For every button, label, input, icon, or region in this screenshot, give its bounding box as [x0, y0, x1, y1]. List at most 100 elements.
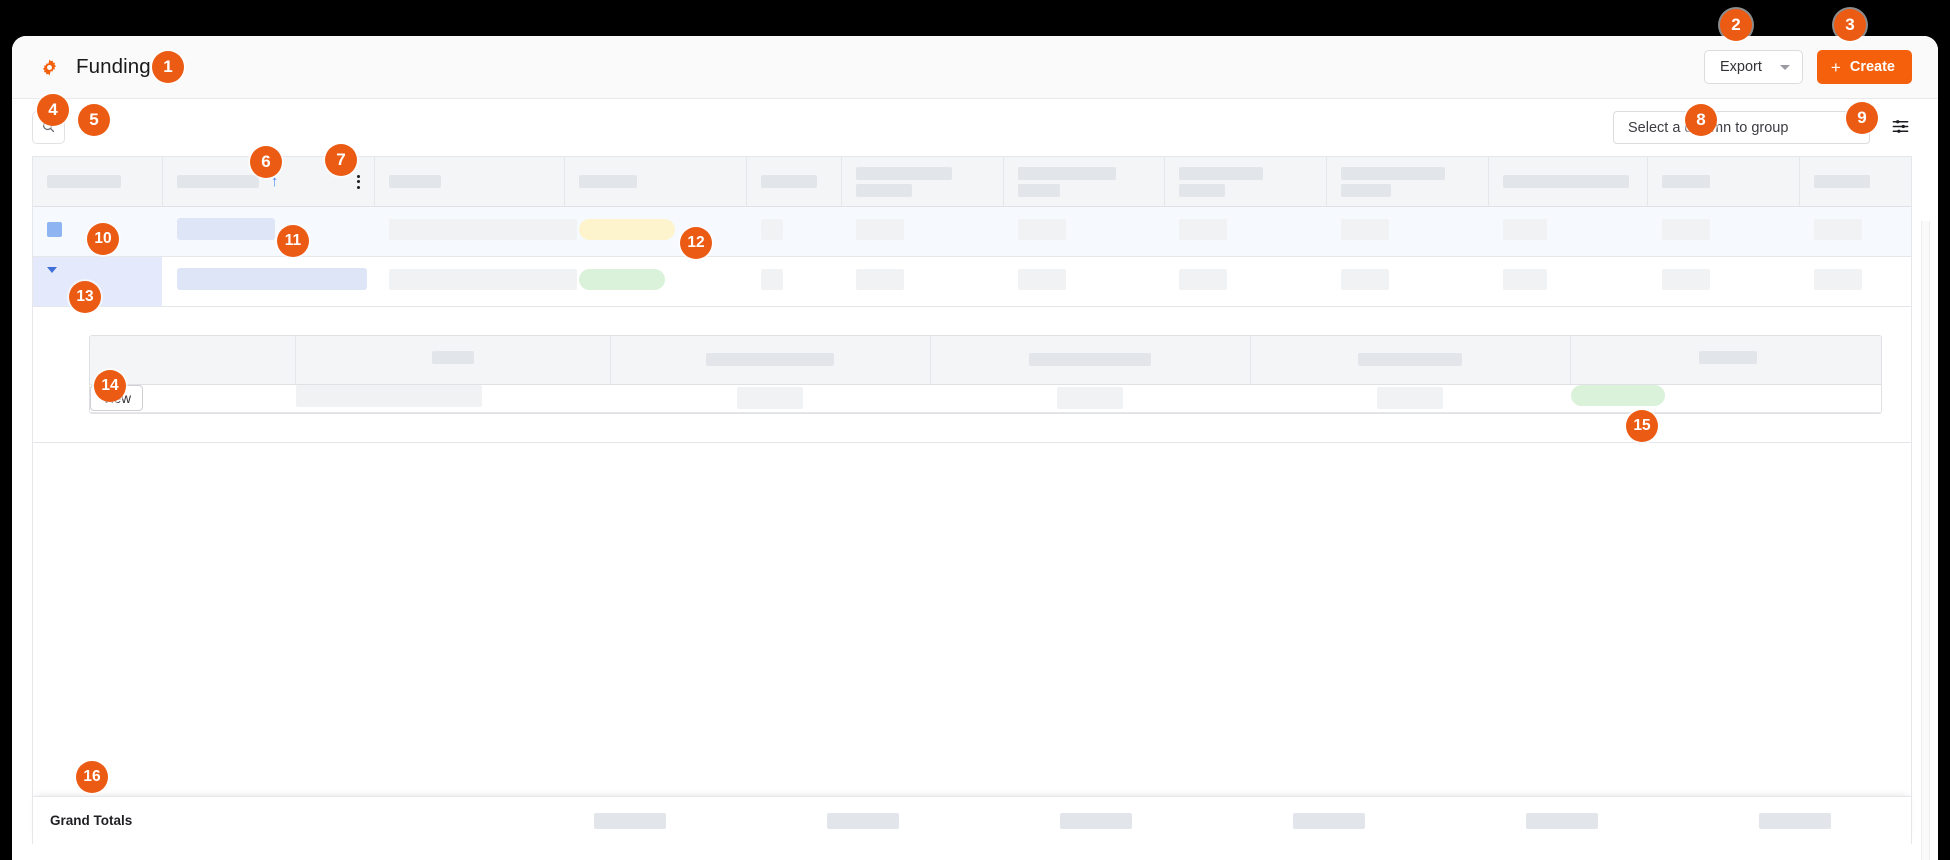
data-table: ↑: [33, 156, 1911, 443]
chevron-down-icon[interactable]: [47, 266, 57, 290]
table-cell[interactable]: [841, 206, 1004, 257]
table-cell[interactable]: [1326, 206, 1489, 257]
cell-skeleton: [295, 384, 482, 407]
table-cell[interactable]: [1647, 256, 1800, 307]
table-cell[interactable]: [1488, 256, 1648, 307]
cell-skeleton: [1377, 387, 1443, 409]
annotation-status-pill-yellow: 12: [680, 227, 712, 259]
cell-skeleton: [1179, 268, 1228, 290]
annotation-filter-button: 5: [78, 104, 110, 136]
table-cell[interactable]: [1326, 256, 1489, 307]
table-cell[interactable]: [162, 206, 375, 257]
export-button[interactable]: Export: [1704, 50, 1803, 84]
header-bar: Funding Export + Create: [12, 36, 1938, 99]
annotation-column-settings: 9: [1846, 102, 1878, 134]
table-cell[interactable]: [564, 256, 747, 307]
table-cell[interactable]: [162, 256, 375, 307]
column-header[interactable]: [1647, 156, 1800, 207]
detail-column-header[interactable]: [930, 336, 1251, 385]
cell-skeleton: [1059, 812, 1132, 829]
cell-skeleton: [1662, 218, 1711, 240]
column-header[interactable]: [1003, 156, 1166, 207]
status-badge: [1570, 385, 1665, 406]
detail-column-header[interactable]: [295, 336, 611, 385]
grand-total-cell: [513, 812, 746, 829]
table-cell[interactable]: [841, 256, 1004, 307]
table-cell[interactable]: [746, 256, 842, 307]
export-button-label: Export: [1720, 59, 1762, 75]
create-button[interactable]: + Create: [1816, 50, 1912, 84]
table-cell[interactable]: [1799, 256, 1911, 307]
detail-column-header[interactable]: [1570, 336, 1881, 385]
table-cell[interactable]: [1164, 206, 1327, 257]
column-settings-button[interactable]: [1886, 114, 1914, 142]
column-header-select[interactable]: [33, 156, 163, 207]
cell-skeleton: [855, 268, 904, 290]
annotation-sort-arrow: 6: [250, 146, 282, 178]
detail-column-header[interactable]: [610, 336, 931, 385]
row-checkbox[interactable]: [47, 221, 62, 237]
cell-skeleton: [1340, 268, 1389, 290]
detail-table-cell[interactable]: [930, 384, 1250, 413]
annotation-page-title: 1: [152, 51, 184, 83]
table-cell[interactable]: [1647, 206, 1800, 257]
column-header-skeleton: [760, 175, 817, 188]
cell-skeleton: [1179, 218, 1228, 240]
column-header-skeleton: [1698, 350, 1757, 364]
cell-skeleton: [1017, 218, 1066, 240]
detail-table-row[interactable]: View: [90, 384, 1881, 413]
column-menu-icon[interactable]: [357, 174, 361, 189]
column-header-skeleton: [1502, 175, 1629, 188]
chevron-down-icon: [1779, 64, 1790, 70]
screenshot-root: Funding Export + Create Select a to grou…: [0, 0, 1950, 860]
annotation-grand-totals: 16: [76, 761, 108, 793]
status-badge: [579, 218, 675, 240]
detail-table-cell[interactable]: [1250, 384, 1570, 413]
annotation-status-pill-green: 15: [1626, 410, 1658, 442]
column-header-skeleton: [1017, 166, 1116, 180]
column-header[interactable]: [841, 156, 1004, 207]
group-by-select[interactable]: Select a column to group: [1613, 111, 1870, 144]
cell-skeleton: [1292, 812, 1365, 829]
column-header[interactable]: [374, 156, 565, 207]
column-header[interactable]: [564, 156, 747, 207]
cell-skeleton: [389, 268, 578, 290]
column-header[interactable]: [746, 156, 842, 207]
detail-table-body: View: [90, 384, 1881, 413]
table-row-expanded[interactable]: [33, 256, 1911, 307]
column-header[interactable]: [1799, 156, 1911, 207]
detail-table-cell[interactable]: [610, 384, 930, 413]
column-header[interactable]: [1164, 156, 1327, 207]
grand-total-cell: [1678, 812, 1911, 829]
column-header[interactable]: [1488, 156, 1649, 207]
table-cell[interactable]: [374, 206, 578, 257]
annotation-group-select: 8: [1685, 104, 1717, 136]
annotation-subtable-header: 14: [94, 370, 126, 402]
table-toolbar: Select a column to group: [12, 99, 1938, 156]
detail-column-header[interactable]: [1250, 336, 1571, 385]
gear-icon: [40, 58, 59, 77]
table-cell[interactable]: [1164, 256, 1327, 307]
status-badge: [579, 268, 665, 290]
vertical-scrollbar-track[interactable]: [1921, 221, 1930, 860]
table-cell[interactable]: [1003, 256, 1165, 307]
detail-table-cell[interactable]: [1570, 384, 1881, 413]
plus-icon: +: [1830, 57, 1841, 77]
cell-skeleton: [1502, 268, 1547, 290]
header-actions: Export + Create: [1704, 50, 1912, 84]
table-cell[interactable]: [746, 206, 842, 257]
column-header[interactable]: [1326, 156, 1489, 207]
table-cell[interactable]: [1488, 206, 1648, 257]
grand-total-cell: [1212, 812, 1445, 829]
annotation-create-button: 3: [1834, 9, 1866, 41]
column-header-skeleton: [1358, 353, 1462, 367]
table-cell[interactable]: [374, 256, 578, 307]
table-cell[interactable]: [1003, 206, 1165, 257]
table-cell[interactable]: [1799, 206, 1911, 257]
cell-skeleton: [1017, 268, 1066, 290]
data-table-container[interactable]: ↑: [32, 156, 1912, 796]
cell-skeleton: [1813, 268, 1862, 290]
table-row[interactable]: [33, 206, 1911, 257]
detail-table-cell[interactable]: [295, 384, 610, 413]
table-cell[interactable]: [564, 206, 747, 257]
